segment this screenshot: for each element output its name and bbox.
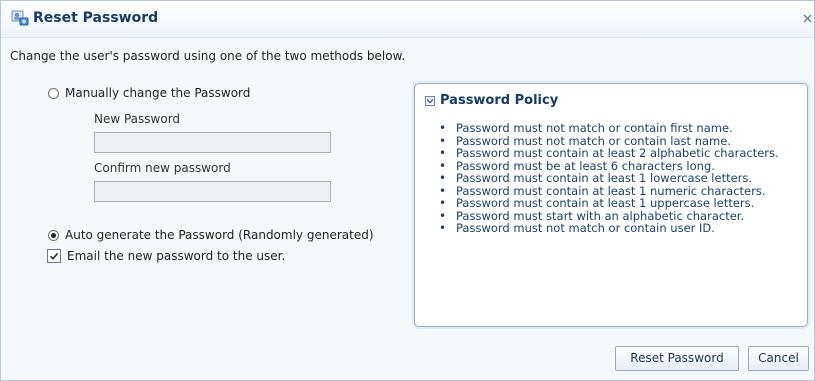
email-password-option[interactable]: Email the new password to the user. [47,249,285,263]
policy-item: Password must start with an alphabetic c… [439,210,795,222]
password-policy-panel: Password Policy Password must not match … [414,83,808,327]
policy-item: Password must not match or contain last … [439,135,795,147]
chevron-down-icon[interactable] [425,95,435,106]
confirm-password-input[interactable] [94,181,331,202]
new-password-label: New Password [94,112,181,126]
password-policy-header[interactable]: Password Policy [425,93,558,108]
policy-item: Password must contain at least 1 numeric… [439,185,795,197]
manual-password-label: Manually change the Password [65,86,251,100]
manual-password-option[interactable]: Manually change the Password [48,86,250,100]
policy-item: Password must be at least 6 characters l… [439,160,795,172]
policy-item: Password must contain at least 2 alphabe… [439,147,795,159]
reset-password-dialog: Reset Password Change the user's passwor… [0,0,815,381]
confirm-password-label: Confirm new password [94,161,231,175]
email-password-label: Email the new password to the user. [67,249,286,263]
auto-password-label: Auto generate the Password (Randomly gen… [65,228,374,242]
password-policy-title: Password Policy [440,93,559,108]
radio-button-icon[interactable] [48,87,59,99]
policy-item: Password must contain at least 1 upperca… [439,197,795,209]
policy-item: Password must not match or contain first… [439,122,795,134]
new-password-input[interactable] [94,132,331,153]
policy-item: Password must not match or contain user … [439,222,795,234]
cancel-button[interactable]: Cancel [748,346,809,371]
dialog-title-bar: Reset Password [1,1,814,38]
reset-password-button[interactable]: Reset Password [615,346,739,371]
policy-item: Password must contain at least 1 lowerca… [439,172,795,184]
close-icon[interactable] [803,14,812,23]
user-key-icon [10,9,30,27]
intro-text: Change the user's password using one of … [10,49,406,63]
password-policy-list: Password must not match or contain first… [439,122,795,235]
radio-button-icon[interactable] [48,229,59,241]
dialog-title: Reset Password [33,10,159,26]
checkbox-icon[interactable] [47,249,61,263]
auto-password-option[interactable]: Auto generate the Password (Randomly gen… [48,228,374,242]
